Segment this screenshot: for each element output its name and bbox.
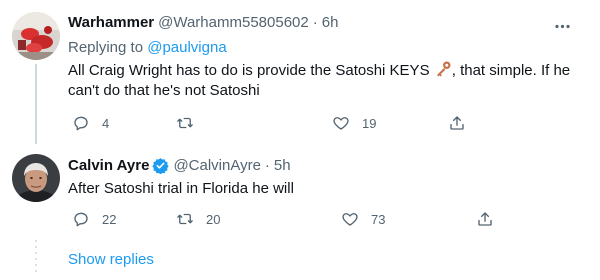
tweet-actions: 4 19 — [64, 114, 494, 134]
share-icon — [478, 212, 492, 226]
show-replies-link[interactable]: Show replies — [68, 251, 154, 268]
thread-dots — [35, 240, 37, 272]
more-icon — [555, 24, 570, 29]
separator: · — [312, 14, 318, 31]
avatar[interactable] — [12, 154, 60, 202]
tweet-text-part1: All Craig Wright has to do is provide th… — [68, 62, 434, 79]
thread-line — [35, 64, 37, 144]
reply-count: 4 — [102, 115, 110, 131]
timestamp[interactable]: 6h — [322, 14, 339, 31]
retweet-icon — [177, 117, 193, 129]
like-count: 19 — [362, 115, 377, 131]
share-icon — [450, 116, 464, 130]
tweet-text-part2: , that simple. If he — [451, 62, 571, 79]
like-button[interactable]: 73 — [341, 210, 385, 228]
timestamp[interactable]: 5h — [274, 157, 291, 174]
reply-icon — [74, 212, 88, 227]
heart-icon — [342, 213, 358, 226]
reply-count: 22 — [102, 211, 117, 227]
display-name[interactable]: Warhammer — [68, 14, 154, 31]
retweet-button[interactable]: 20 — [176, 210, 220, 228]
reply-button[interactable]: 4 — [72, 114, 109, 132]
tweet-text-part3: can't do that he's not Satoshi — [68, 82, 260, 99]
tweet-actions: 22 20 73 — [64, 210, 494, 230]
more-options-button[interactable] — [553, 17, 572, 36]
replying-to-label: Replying to — [68, 39, 148, 56]
avatar[interactable] — [12, 12, 60, 60]
like-button[interactable]: 19 — [332, 114, 376, 132]
separator: · — [264, 157, 270, 174]
tweet-header: Calvin Ayre @CalvinAyre · 5h — [68, 157, 291, 175]
key-icon — [434, 60, 452, 78]
tweet-1[interactable]: Warhammer @Warhamm55805602 · 6h Replying… — [0, 0, 600, 144]
replying-to-handle[interactable]: @paulvigna — [147, 39, 226, 56]
reply-button[interactable]: 22 — [72, 210, 116, 228]
like-count: 73 — [371, 211, 386, 227]
user-handle[interactable]: @CalvinAyre — [173, 157, 260, 174]
avatar-image — [12, 12, 60, 60]
retweet-icon — [177, 213, 193, 225]
heart-icon — [333, 117, 349, 130]
replying-to: Replying to @paulvigna — [68, 39, 227, 56]
verified-badge-icon — [152, 157, 170, 175]
share-button[interactable] — [476, 210, 494, 228]
reply-icon — [74, 116, 88, 131]
user-handle[interactable]: @Warhamm55805602 — [158, 14, 309, 31]
retweet-button[interactable] — [176, 114, 206, 132]
tweet-header: Warhammer @Warhamm55805602 · 6h — [68, 14, 338, 31]
tweet-2[interactable]: Calvin Ayre @CalvinAyre · 5h After Satos… — [0, 144, 600, 240]
avatar-image — [12, 154, 60, 202]
tweet-text: After Satoshi trial in Florida he will — [68, 180, 294, 197]
display-name[interactable]: Calvin Ayre — [68, 157, 149, 174]
share-button[interactable] — [448, 114, 466, 132]
tweet-text: All Craig Wright has to do is provide th… — [68, 60, 573, 101]
retweet-count: 20 — [206, 211, 221, 227]
